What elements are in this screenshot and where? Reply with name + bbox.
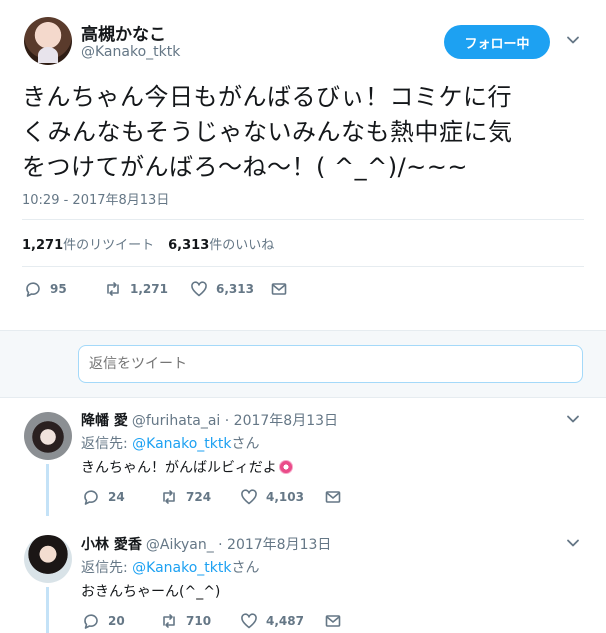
reply-to: 返信先: @Kanako_tktkさん [81, 557, 260, 577]
reply-to-handle[interactable]: @Kanako_tktk [132, 560, 231, 576]
message-action[interactable] [324, 488, 342, 506]
like-stat-count: 6,313 [168, 238, 210, 253]
tweet-text-line: くみんなもそうじゃないみんなも熱中症に気 [22, 118, 513, 146]
tweet-header: 高槻かなこ @Kanako_tktk フォロー中 [0, 0, 606, 75]
reply-icon [26, 282, 40, 297]
envelope-icon [325, 491, 341, 503]
chevron-down-icon[interactable] [566, 33, 580, 47]
reply-author-line: 降幡 愛 @furihata_ai · 2017年8月13日 [81, 410, 338, 430]
reply-tweet[interactable]: 降幡 愛 @furihata_ai · 2017年8月13日 返信先: @Kana… [0, 398, 606, 516]
thread-line [46, 464, 49, 516]
like-stat-label: 件のいいね [209, 238, 275, 253]
reply-actions: 20 710 4,487 [82, 612, 342, 630]
like-action[interactable]: 6,313 [190, 280, 270, 298]
reply-text: おきんちゃーん(^_^) [81, 584, 221, 600]
reply-display-name[interactable]: 降幡 愛 [81, 413, 128, 429]
heart-icon [241, 489, 257, 505]
display-name[interactable]: 高槻かなこ [81, 20, 166, 45]
retweet-icon [163, 614, 175, 628]
envelope-icon [325, 615, 341, 627]
reply-action[interactable]: 95 [24, 280, 104, 298]
tweet-text-line: をつけてがんばろ〜ね〜！( ^_^)/~~~ [22, 153, 468, 181]
reply-to-suffix: さん [231, 436, 260, 452]
reply-icon [84, 614, 98, 629]
envelope-icon [271, 283, 287, 295]
reply-handle-date[interactable]: @furihata_ai · 2017年8月13日 [132, 413, 338, 429]
like-stat[interactable]: 6,313件のいいね [168, 234, 274, 253]
retweet-count: 724 [186, 490, 212, 504]
flower-emoji-icon [278, 460, 293, 474]
reply-actions: 24 724 4,103 [82, 488, 342, 506]
reply-action[interactable]: 24 [82, 488, 160, 506]
reply-author-line: 小林 愛香 @Aikyan_ · 2017年8月13日 [81, 534, 331, 554]
reply-to-handle[interactable]: @Kanako_tktk [132, 436, 231, 452]
chevron-down-icon[interactable] [566, 412, 580, 426]
message-action[interactable] [270, 280, 288, 298]
heart-icon [191, 281, 207, 297]
like-count: 4,103 [266, 490, 304, 504]
reply-to-prefix: 返信先: [81, 560, 133, 576]
tweet-text-line: きんちゃん今日もがんばるびぃ！コミケに行 [22, 83, 512, 111]
reply-to-suffix: さん [231, 560, 260, 576]
like-action[interactable]: 4,487 [240, 612, 324, 630]
chevron-down-icon[interactable] [566, 536, 580, 550]
like-count: 6,313 [216, 282, 254, 296]
tweet-actions: 95 1,271 6,313 [24, 280, 288, 298]
reply-to: 返信先: @Kanako_tktkさん [81, 433, 260, 453]
heart-icon [241, 613, 257, 629]
message-action[interactable] [324, 612, 342, 630]
tweet-stats: 1,271件のリツイート 6,313件のいいね [22, 234, 274, 253]
retweet-count: 1,271 [130, 282, 168, 296]
reply-action[interactable]: 20 [82, 612, 160, 630]
reply-handle-date[interactable]: @Aikyan_ · 2017年8月13日 [146, 537, 332, 553]
like-action[interactable]: 4,103 [240, 488, 324, 506]
retweet-icon [163, 490, 175, 504]
retweet-count: 710 [186, 614, 212, 628]
avatar[interactable] [24, 412, 72, 460]
reply-input[interactable] [78, 345, 583, 383]
avatar[interactable] [24, 535, 72, 583]
like-count: 4,487 [266, 614, 304, 628]
follow-button[interactable]: フォロー中 [444, 25, 550, 59]
thread-line [46, 587, 49, 633]
reply-count: 95 [50, 282, 67, 296]
reply-count: 20 [108, 614, 125, 628]
tweet-text: きんちゃん今日もがんばるびぃ！コミケに行 くみんなもそうじゃないみんなも熱中症に… [22, 80, 582, 185]
avatar[interactable] [24, 17, 72, 65]
retweet-action[interactable]: 1,271 [104, 280, 190, 298]
reply-display-name[interactable]: 小林 愛香 [81, 537, 142, 553]
reply-icon [84, 490, 98, 505]
tweet-timestamp[interactable]: 10:29 - 2017年8月13日 [22, 189, 169, 208]
reply-to-prefix: 返信先: [81, 436, 133, 452]
reply-text-container: きんちゃん！がんばルビィだよ [81, 457, 293, 477]
retweet-icon [107, 282, 119, 296]
retweet-action[interactable]: 724 [160, 488, 240, 506]
retweet-stat-label: 件のリツイート [63, 238, 155, 253]
divider [22, 219, 584, 220]
retweet-stat-count: 1,271 [22, 238, 64, 253]
reply-tweet[interactable]: 小林 愛香 @Aikyan_ · 2017年8月13日 返信先: @Kanako_… [0, 521, 606, 633]
reply-count: 24 [108, 490, 125, 504]
reply-text: きんちゃん！がんばルビィだよ [81, 460, 277, 476]
divider [22, 266, 584, 267]
user-handle[interactable]: @Kanako_tktk [81, 44, 180, 60]
retweet-stat[interactable]: 1,271件のリツイート [22, 234, 154, 253]
retweet-action[interactable]: 710 [160, 612, 240, 630]
